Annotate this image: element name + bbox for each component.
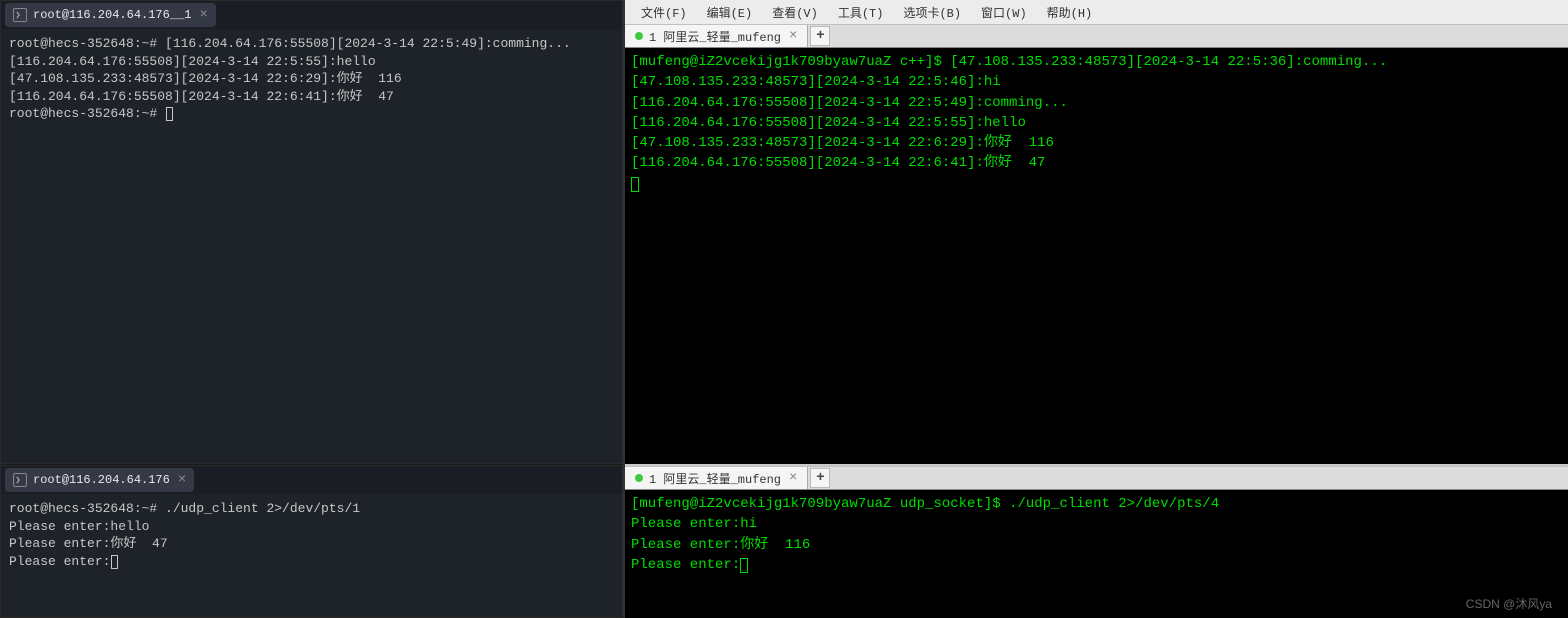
menu-edit[interactable]: 编辑(E) [697, 2, 763, 23]
close-icon[interactable]: × [178, 472, 186, 488]
terminal-line: [47.108.135.233:48573][2024-3-14 22:5:46… [631, 74, 1001, 90]
terminal-tab[interactable]: root@116.204.64.176__1 × [5, 3, 216, 27]
tab-title: 1 阿里云_轻量_mufeng [649, 470, 781, 487]
terminal-output[interactable]: [mufeng@iZ2vcekijg1k709byaw7uaZ udp_sock… [625, 490, 1568, 618]
terminal-line: Please enter:hello [9, 519, 149, 534]
close-icon[interactable]: × [789, 470, 797, 486]
close-icon[interactable]: × [199, 7, 207, 23]
terminal-prompt: root@hecs-352648:~# [9, 106, 165, 121]
terminal-output[interactable]: root@hecs-352648:~# [116.204.64.176:5550… [1, 29, 622, 463]
menu-help[interactable]: 帮助(H) [1037, 2, 1103, 23]
menu-tools[interactable]: 工具(T) [828, 2, 894, 23]
menu-view[interactable]: 查看(V) [762, 2, 828, 23]
tab-title: root@116.204.64.176 [33, 473, 170, 487]
terminal-line: [47.108.135.233:48573][2024-3-14 22:6:29… [9, 71, 402, 86]
tab-bar: 1 阿里云_轻量_mufeng × + [625, 466, 1568, 490]
terminal-line: root@hecs-352648:~# ./udp_client 2>/dev/… [9, 501, 360, 516]
tab-title: root@116.204.64.176__1 [33, 8, 191, 22]
terminal-pane-top-left: root@116.204.64.176__1 × root@hecs-35264… [0, 0, 623, 464]
terminal-line: root@hecs-352648:~# [116.204.64.176:5550… [9, 36, 571, 51]
menu-file[interactable]: 文件(F) [631, 2, 697, 23]
tab-title: 1 阿里云_轻量_mufeng [649, 28, 781, 45]
terminal-line: [mufeng@iZ2vcekijg1k709byaw7uaZ udp_sock… [631, 496, 1219, 512]
terminal-pane-bottom-right: 1 阿里云_轻量_mufeng × + [mufeng@iZ2vcekijg1k… [625, 464, 1568, 618]
cursor [631, 177, 639, 192]
terminal-output[interactable]: root@hecs-352648:~# ./udp_client 2>/dev/… [1, 494, 622, 617]
terminal-line: [47.108.135.233:48573][2024-3-14 22:6:29… [631, 135, 1054, 151]
status-dot-icon [635, 32, 643, 40]
cursor [740, 558, 748, 573]
terminal-line: [116.204.64.176:55508][2024-3-14 22:5:49… [631, 95, 1068, 111]
terminal-line: Please enter:你好 116 [631, 537, 810, 553]
tab-bar: root@116.204.64.176 × [1, 466, 622, 494]
terminal-line: Please enter:hi [631, 516, 757, 532]
cursor [166, 107, 173, 121]
status-dot-icon [635, 474, 643, 482]
watermark: CSDN @沐风ya [1466, 595, 1552, 612]
terminal-icon [13, 8, 27, 22]
terminal-output[interactable]: [mufeng@iZ2vcekijg1k709byaw7uaZ c++]$ [4… [625, 48, 1568, 464]
terminal-line: Please enter:你好 47 [9, 536, 168, 551]
terminal-line: [116.204.64.176:55508][2024-3-14 22:5:55… [9, 54, 376, 69]
terminal-icon [13, 473, 27, 487]
terminal-tab[interactable]: root@116.204.64.176 × [5, 468, 194, 492]
terminal-line: [mufeng@iZ2vcekijg1k709byaw7uaZ c++]$ [4… [631, 54, 1387, 70]
terminal-prompt: Please enter: [631, 557, 740, 573]
terminal-line: [116.204.64.176:55508][2024-3-14 22:6:41… [631, 155, 1045, 171]
close-icon[interactable]: × [789, 28, 797, 44]
add-tab-button[interactable]: + [810, 468, 830, 488]
terminal-line: [116.204.64.176:55508][2024-3-14 22:5:55… [631, 115, 1026, 131]
terminal-pane-top-right: 1 阿里云_轻量_mufeng × + [mufeng@iZ2vcekijg1k… [625, 24, 1568, 464]
terminal-prompt: Please enter: [9, 554, 110, 569]
tab-bar: 1 阿里云_轻量_mufeng × + [625, 24, 1568, 48]
tab-bar: root@116.204.64.176__1 × [1, 1, 622, 29]
menu-window[interactable]: 窗口(W) [971, 2, 1037, 23]
menu-tabs[interactable]: 选项卡(B) [893, 2, 971, 23]
menu-bar: 文件(F) 编辑(E) 查看(V) 工具(T) 选项卡(B) 窗口(W) 帮助(… [625, 0, 1568, 24]
add-tab-button[interactable]: + [810, 26, 830, 46]
cursor [111, 555, 118, 569]
terminal-pane-bottom-left: root@116.204.64.176 × root@hecs-352648:~… [0, 465, 623, 618]
terminal-tab[interactable]: 1 阿里云_轻量_mufeng × [625, 25, 808, 47]
terminal-line: [116.204.64.176:55508][2024-3-14 22:6:41… [9, 89, 394, 104]
terminal-tab[interactable]: 1 阿里云_轻量_mufeng × [625, 467, 808, 489]
